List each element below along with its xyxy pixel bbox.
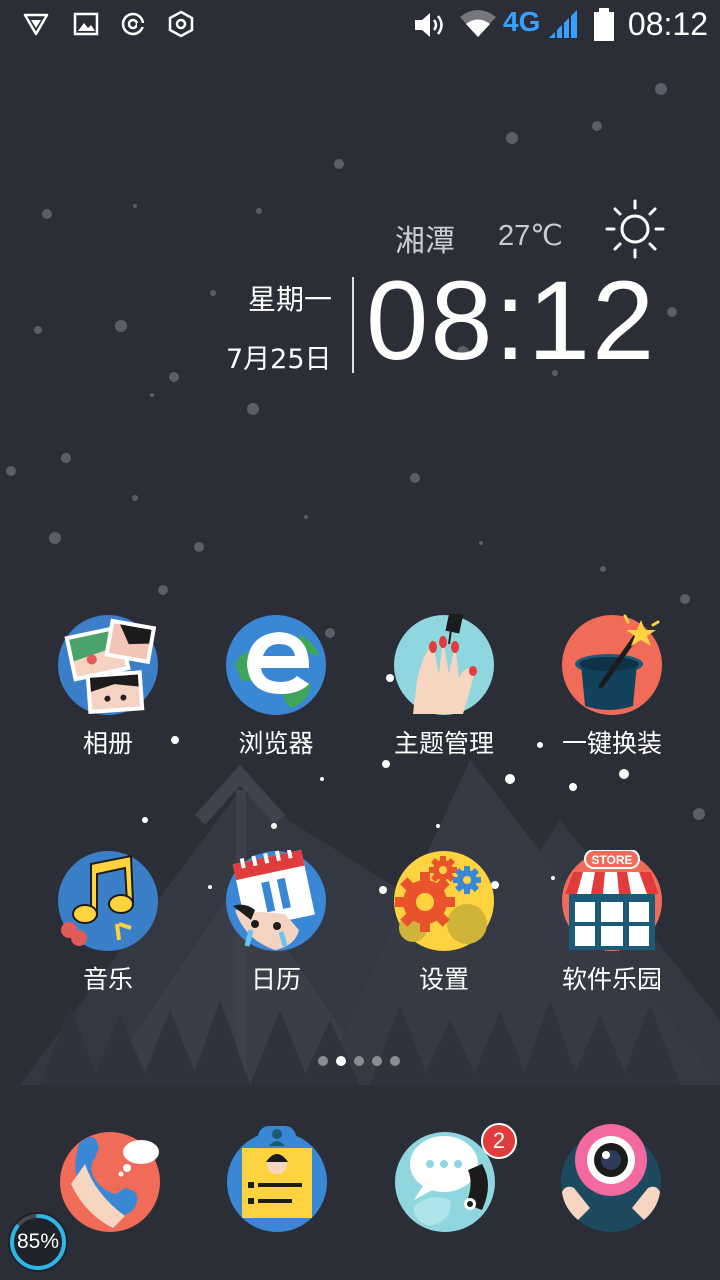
page-dot[interactable] — [372, 1056, 382, 1066]
signal-icon — [549, 8, 577, 39]
status-time: 08:12 — [627, 6, 708, 42]
app-label: 一键换装 — [561, 729, 662, 758]
camera-icon[interactable] — [556, 1122, 666, 1232]
app-label: 相册 — [82, 729, 133, 758]
music-note-icon — [58, 851, 158, 951]
date: 7月25日 — [226, 344, 332, 375]
messages-badge: 2 — [481, 1123, 517, 1159]
page-indicator[interactable] — [318, 1056, 408, 1068]
page-dot-active[interactable] — [336, 1056, 346, 1066]
app-one-click-dressup[interactable]: 一键换装 — [542, 614, 682, 760]
browser-icon — [226, 615, 326, 715]
app-label: 日历 — [250, 965, 301, 994]
app-label: 主题管理 — [393, 729, 494, 758]
app-calendar[interactable]: 日历 — [206, 848, 346, 996]
page-dot[interactable] — [318, 1056, 328, 1066]
at-icon — [121, 12, 145, 36]
app-settings[interactable]: 设置 — [374, 850, 514, 996]
app-music[interactable]: 音乐 — [38, 850, 178, 996]
hexagon-icon — [168, 10, 194, 38]
contacts-card-icon[interactable] — [222, 1122, 332, 1232]
app-software-park[interactable]: STORE 软件乐园 — [542, 849, 682, 996]
svg-text:STORE: STORE — [591, 853, 632, 867]
clock-divider — [352, 277, 354, 373]
network-type: 4G — [503, 6, 541, 37]
weather-city: 湘潭 — [395, 224, 455, 259]
volume-icon — [415, 13, 443, 37]
shield-icon — [23, 13, 49, 36]
phone-icon[interactable] — [55, 1124, 165, 1234]
app-browser[interactable]: 浏览器 — [206, 614, 346, 760]
app-label: 设置 — [418, 965, 469, 994]
sun-icon — [605, 199, 665, 259]
app-photo-album[interactable]: 相册 — [38, 614, 178, 760]
theme-manager-icon — [394, 605, 494, 715]
app-store-icon: STORE — [562, 849, 662, 951]
app-theme-manager[interactable]: 主题管理 — [374, 605, 514, 760]
photo-album-icon — [58, 615, 158, 715]
memory-boost-value[interactable]: 85% — [6, 1230, 70, 1254]
calendar-icon — [226, 848, 326, 951]
magic-hat-icon — [562, 614, 662, 715]
battery-icon — [594, 8, 614, 41]
wifi-icon — [460, 10, 496, 37]
weekday: 星期一 — [248, 283, 333, 316]
status-bar: 4G 08:12 — [0, 0, 720, 50]
app-label: 浏览器 — [238, 729, 314, 758]
settings-gear-icon — [394, 851, 494, 951]
gallery-icon — [73, 12, 99, 36]
weather-temperature: 27℃ — [498, 220, 563, 252]
app-label: 音乐 — [82, 965, 133, 994]
app-label: 软件乐园 — [561, 965, 662, 994]
page-dot[interactable] — [390, 1056, 400, 1066]
clock[interactable]: 08:12 — [366, 256, 656, 386]
page-dot[interactable] — [354, 1056, 364, 1066]
